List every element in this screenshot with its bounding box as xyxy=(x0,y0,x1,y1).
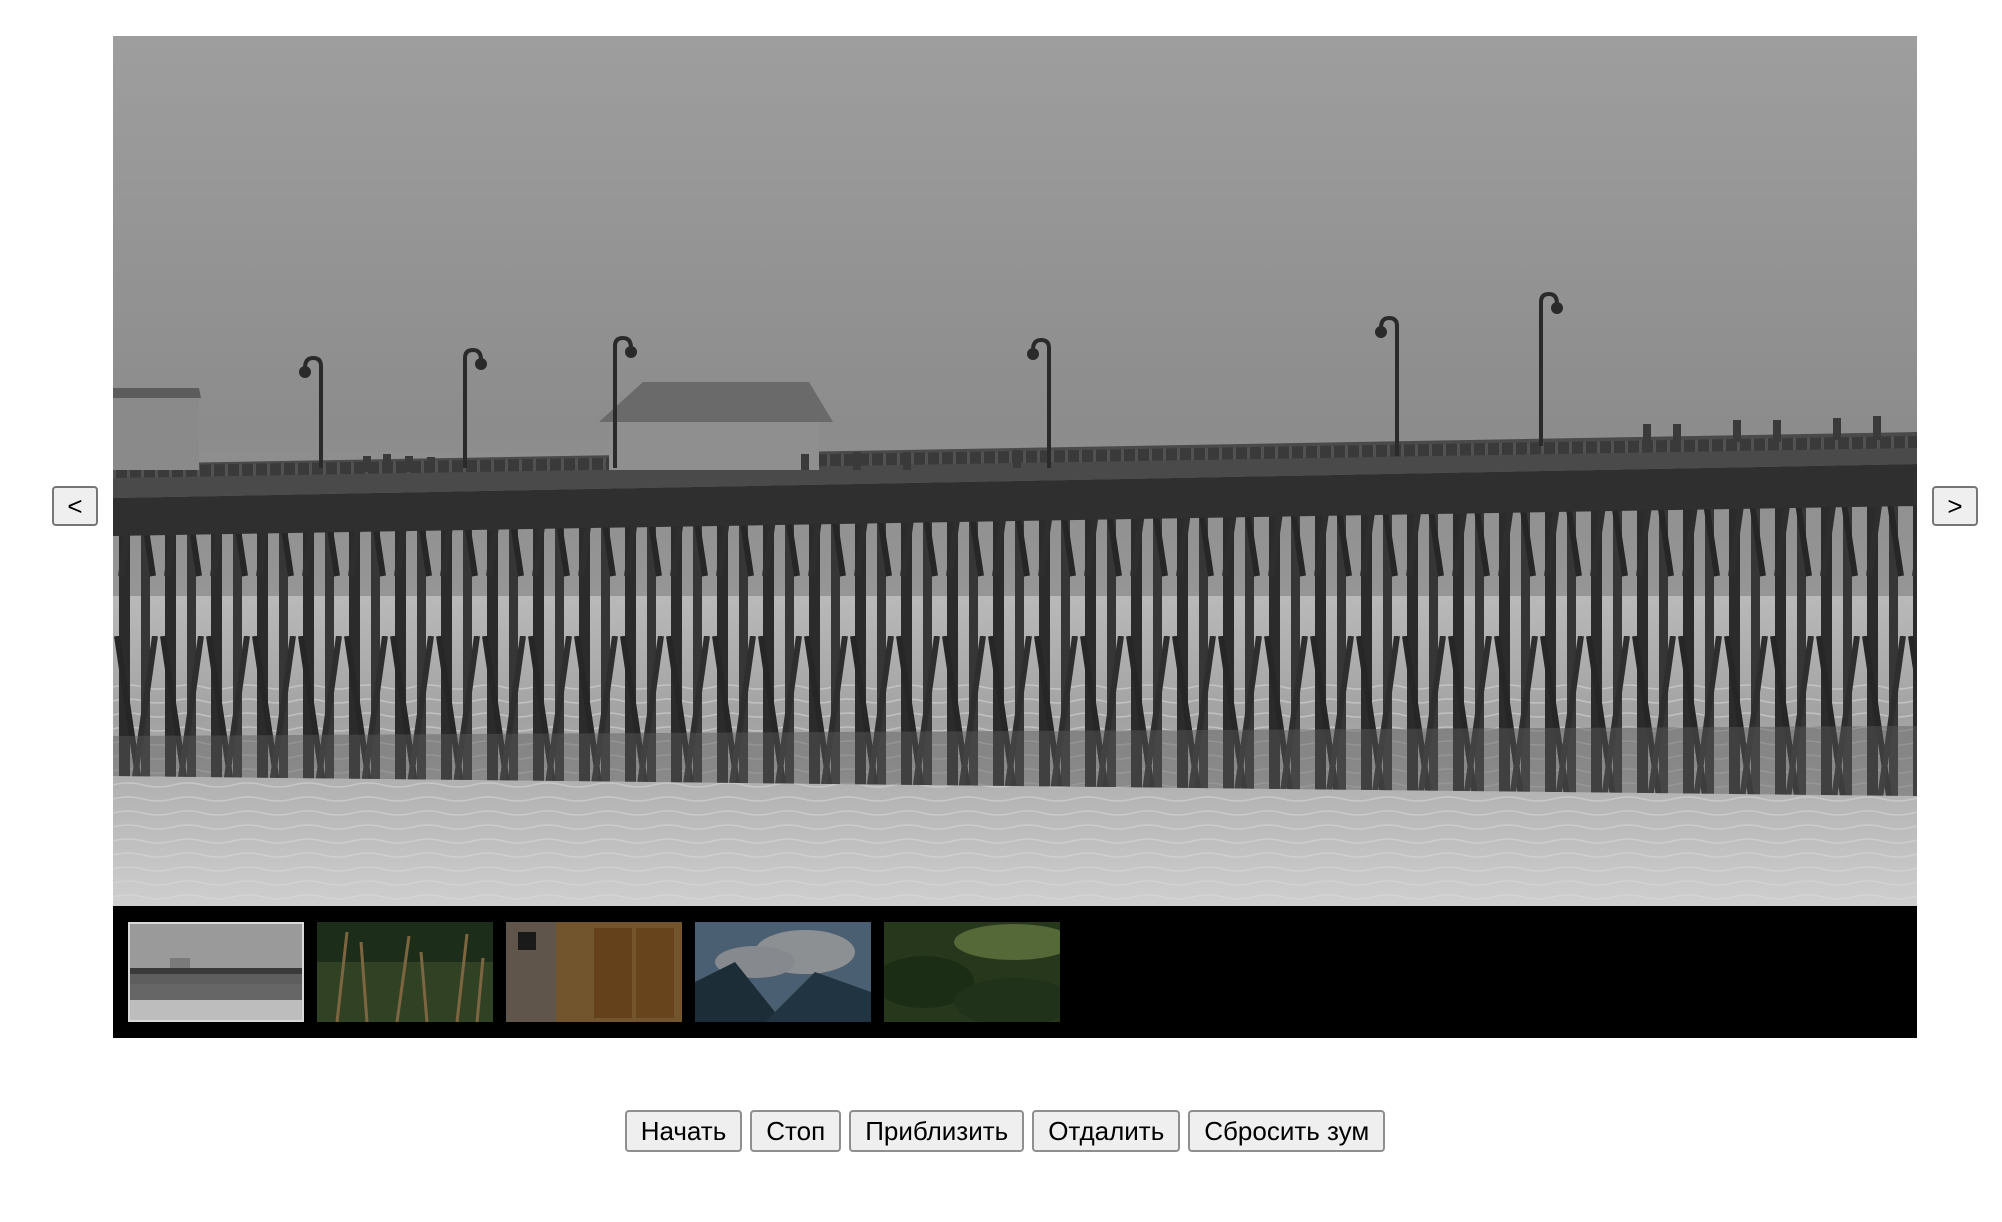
stop-slideshow-button[interactable]: Стоп xyxy=(750,1110,842,1152)
slideshow-controls: Начать Стоп Приблизить Отдалить Сбросить… xyxy=(0,1110,2002,1152)
pier-photo xyxy=(113,36,1917,906)
start-slideshow-button[interactable]: Начать xyxy=(624,1110,743,1152)
thumbnail-grass[interactable] xyxy=(317,922,493,1022)
thumbnail-door[interactable] xyxy=(506,922,682,1022)
thumbnail-forest[interactable] xyxy=(884,922,1060,1022)
thumbnail-pier[interactable] xyxy=(128,922,304,1022)
zoom-in-button[interactable]: Приблизить xyxy=(849,1110,1025,1152)
next-image-button[interactable]: > xyxy=(1932,486,1978,526)
thumbnail-mountains[interactable] xyxy=(695,922,871,1022)
thumbnail-strip xyxy=(113,906,1917,1038)
previous-image-button[interactable]: < xyxy=(52,486,98,526)
image-gallery: < > Начать Стоп Приблизить Отдалить Сбро… xyxy=(0,0,2002,1222)
main-image xyxy=(113,36,1917,906)
zoom-out-button[interactable]: Отдалить xyxy=(1032,1110,1181,1152)
reset-zoom-button[interactable]: Сбросить зум xyxy=(1188,1110,1386,1152)
